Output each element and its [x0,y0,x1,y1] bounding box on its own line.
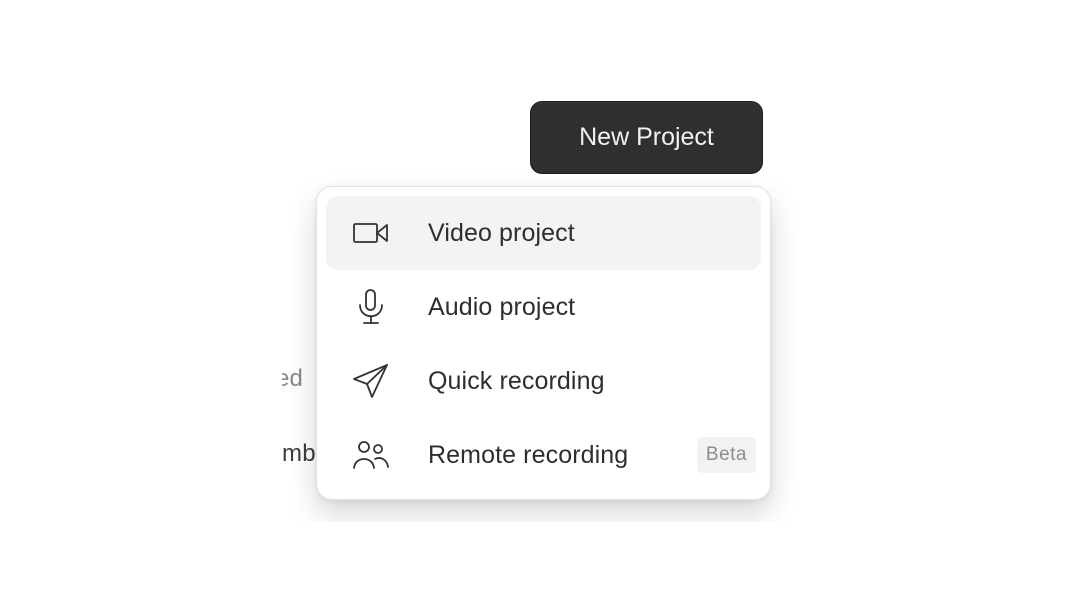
menu-item-label: Remote recording [428,440,629,469]
menu-item-label: Quick recording [428,366,605,395]
menu-item-quick-recording[interactable]: Quick recording [326,344,761,418]
new-project-menu: Video project Audio project Quick record… [316,186,771,500]
menu-item-video-project[interactable]: Video project [326,196,761,270]
menu-item-label: Video project [428,218,575,247]
microphone-icon [350,286,392,328]
video-camera-icon [350,212,392,254]
beta-badge: Beta [696,437,756,473]
users-icon [350,434,392,476]
paper-plane-icon [350,360,392,402]
background-text-fragment: ed [282,365,304,392]
menu-item-label: Audio project [428,292,576,321]
menu-item-audio-project[interactable]: Audio project [326,270,761,344]
new-project-button[interactable]: New Project [530,101,763,174]
background-text-fragment: mb [282,440,316,467]
page-region: ed mb New Project Video project Audio pr… [282,70,798,522]
menu-item-remote-recording[interactable]: Remote recording Beta [326,418,761,492]
